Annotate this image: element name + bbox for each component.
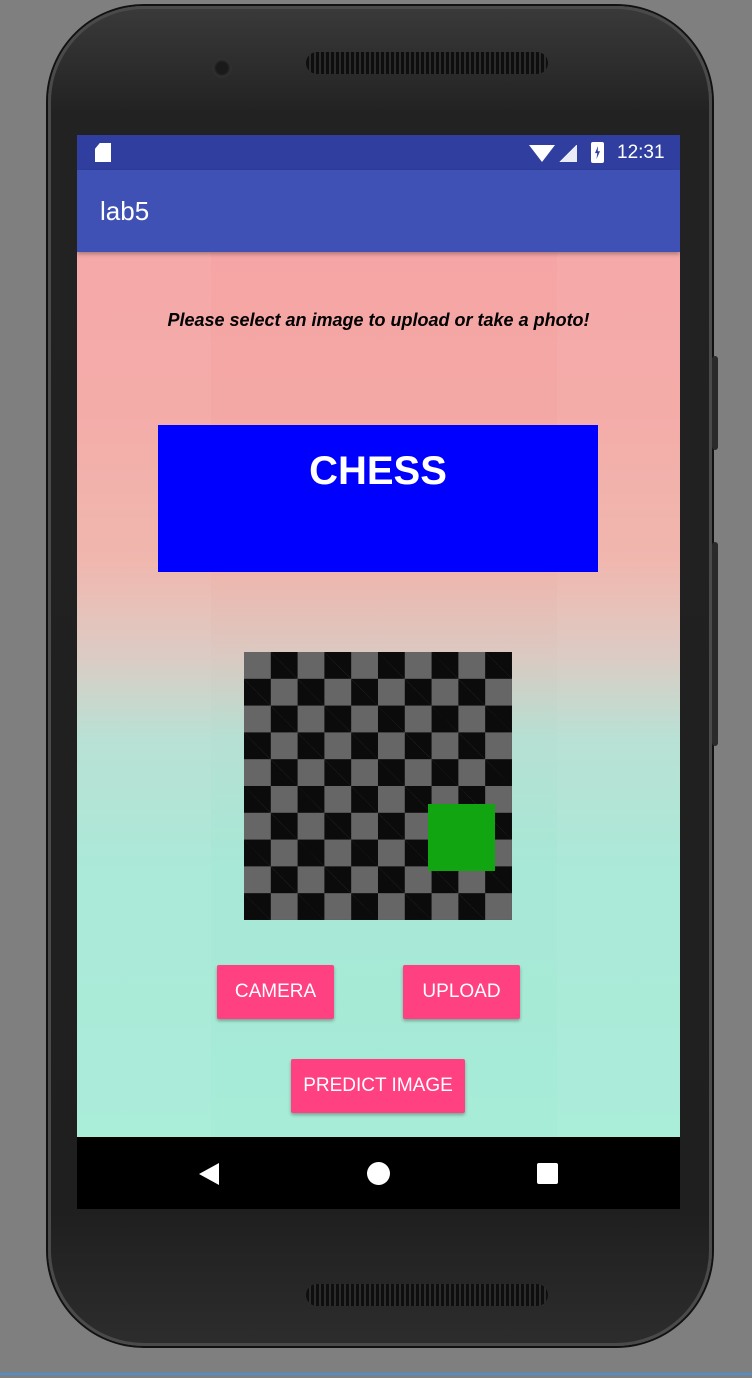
top-speaker (306, 52, 548, 74)
wifi-icon (529, 145, 555, 162)
green-square-marker (428, 804, 495, 871)
background-band-left (77, 252, 211, 1137)
prediction-result-box: CHESS (158, 425, 598, 572)
upload-button[interactable]: UPLOAD (403, 965, 520, 1019)
back-icon[interactable] (199, 1163, 219, 1185)
home-icon[interactable] (367, 1162, 390, 1185)
app-bar: lab5 (77, 170, 680, 252)
main-content: Please select an image to upload or take… (77, 252, 680, 1137)
selected-image-preview (244, 652, 512, 920)
predict-image-button[interactable]: PREDICT IMAGE (291, 1059, 465, 1113)
front-camera (212, 58, 232, 78)
status-bar: 12:31 (77, 135, 680, 170)
power-button[interactable] (712, 356, 718, 450)
recents-icon[interactable] (537, 1163, 558, 1184)
instruction-text: Please select an image to upload or take… (167, 310, 590, 330)
battery-charging-icon (591, 142, 604, 163)
prediction-result-label: CHESS (309, 449, 447, 493)
sd-card-icon (95, 143, 111, 162)
navigation-bar (77, 1137, 680, 1209)
device-screen: 12:31 lab5 Please select an image to upl… (77, 135, 680, 1209)
camera-button[interactable]: CAMERA (217, 965, 334, 1019)
signal-icon (559, 145, 577, 162)
background-band-right (557, 252, 680, 1137)
app-title: lab5 (100, 196, 150, 226)
status-clock: 12:31 (617, 142, 665, 163)
volume-rocker[interactable] (712, 542, 718, 746)
bottom-speaker (306, 1284, 548, 1306)
window-bottom-border (0, 1373, 752, 1375)
